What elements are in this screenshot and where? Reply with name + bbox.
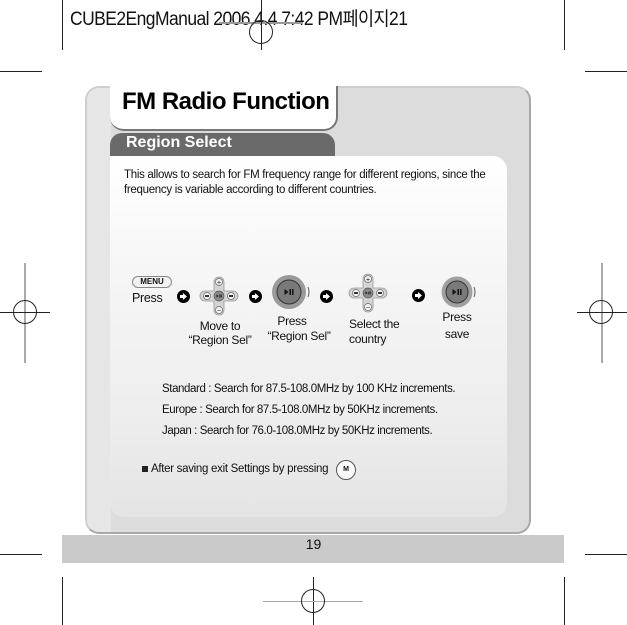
crop-mark-top-right-h [585,71,627,72]
svg-text:−: − [216,307,221,314]
registration-mark-top-circle [249,20,273,44]
arrow-right-icon [320,290,333,303]
registration-mark-bottom-circle [301,589,325,613]
registration-mark-left-circle [13,300,37,324]
crop-mark-bottom-right-v [564,577,565,625]
step-5-label-line2: save [444,327,470,341]
step-2-label-line2: “Region Sel” [188,333,252,347]
dpad-icon: + − [199,276,239,316]
m-button-icon: M [336,460,356,480]
crop-mark-bottom-right-h [585,554,627,555]
bullet-square-icon [142,466,148,472]
registration-mark-right-circle [589,300,613,324]
dpad-icon: + − [348,273,388,313]
step-4-label-line1: Select the [349,317,400,331]
region-standard: Standard : Search for 87.5-108.0MHz by 1… [162,383,456,395]
crop-mark-bottom-left-v [62,577,63,625]
crop-mark-top-left-v [62,0,63,50]
step-1-label: Press [132,291,163,305]
exit-note-text: After saving exit Settings by pressing [151,463,329,475]
menu-button-icon: MENU [132,276,172,288]
crop-mark-top-right-v [564,0,565,50]
page-number: 19 [305,536,322,552]
play-pause-button-icon [272,274,310,310]
step-4-label-line2: country [349,332,387,346]
intro-text: This allows to search for FM frequency r… [124,169,486,196]
svg-text:+: + [216,279,221,286]
step-5-label-line1: Press [442,310,472,324]
panel-left-strip [87,88,111,532]
play-pause-button-icon [441,275,477,311]
crop-mark-bottom-left-h [0,554,42,555]
step-3-label-line2: “Region Sel” [267,329,331,343]
page-title: FM Radio Function [122,88,330,115]
exit-note: After saving exit Settings by pressing [142,463,328,475]
section-title: Region Select [126,134,232,151]
region-japan: Japan : Search for 76.0-108.0MHz by 50KH… [162,425,433,437]
arrow-right-icon [249,290,262,303]
arrow-right-icon [177,290,190,303]
step-3-label-line1: Press [277,314,307,328]
file-header: CUBE2EngManual 2006.4.4 7:42 PM페이지21 [70,9,408,30]
crop-mark-top-left-h [0,71,42,72]
svg-text:−: − [365,304,370,311]
arrow-right-icon [412,289,425,302]
svg-text:+: + [365,276,370,283]
region-europe: Europe : Search for 87.5-108.0MHz by 50K… [162,404,438,416]
